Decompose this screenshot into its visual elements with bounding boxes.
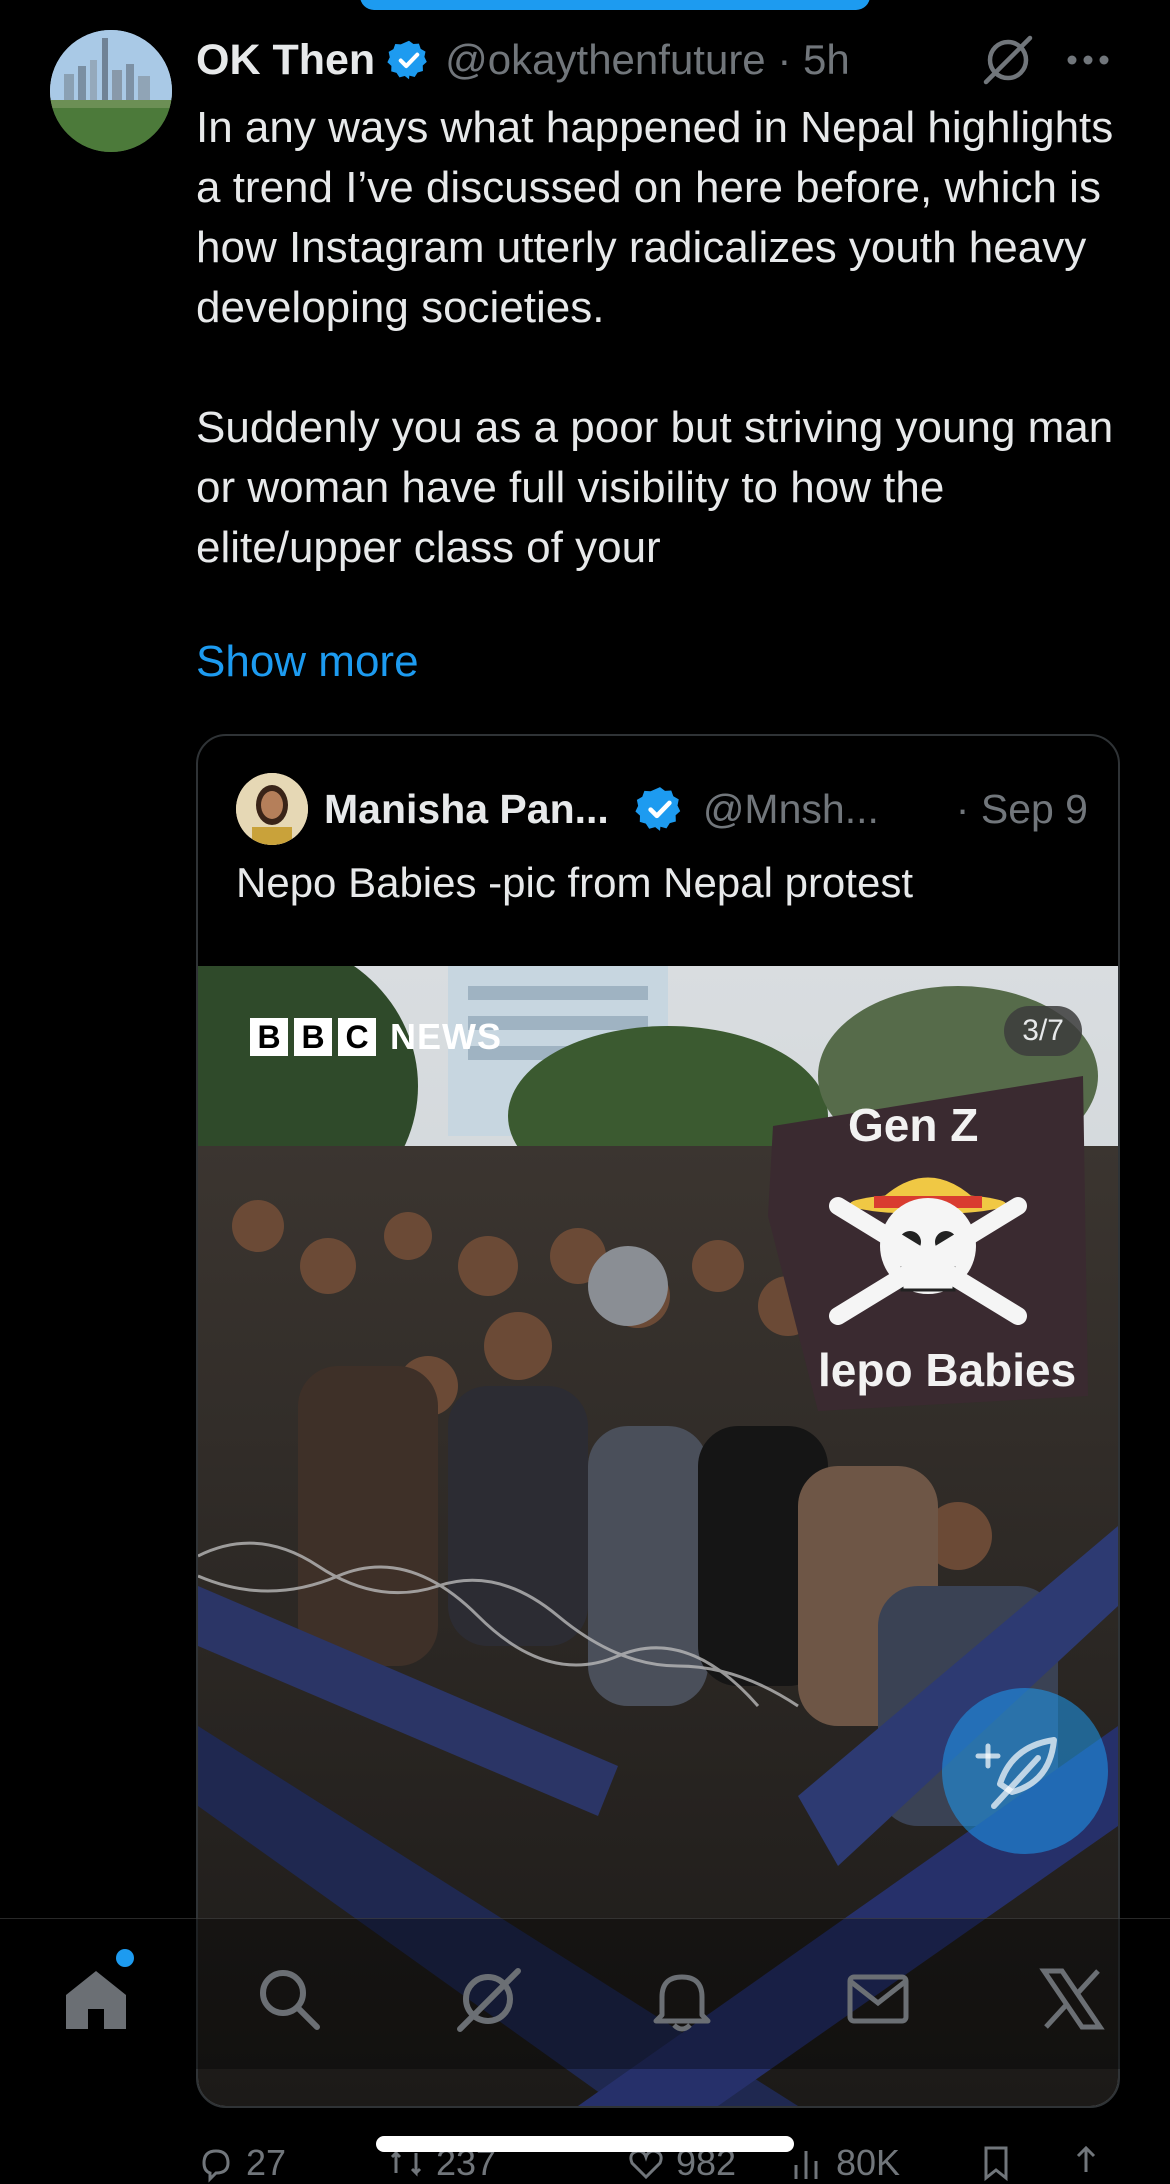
bbc-news-text: NEWS [390,1016,502,1057]
bbc-news-logo: B B C NEWS [250,1016,502,1058]
reply-icon [202,2149,230,2183]
compose-feather-icon [975,1737,1057,1809]
share-button[interactable] [1066,2142,1106,2182]
bbc-letter: B [250,1018,288,1056]
quoted-tweet-text: Nepo Babies -pic from Nepal protest [236,859,913,906]
x-icon[interactable] [1036,1963,1108,2035]
show-more-link[interactable]: Show more [196,637,419,687]
share-icon [1076,2145,1096,2172]
grok-icon[interactable] [452,1963,524,2035]
author-handle-time[interactable]: @okaythenfuture · 5h [445,36,850,84]
quoted-tweet-date[interactable]: · Sep 9 [956,786,1088,833]
home-notification-dot [116,1949,134,1967]
quoted-tweet-header: Manisha Pan... @Mnsh... · Sep 9 [236,773,1088,845]
messages-icon[interactable] [842,1963,914,2035]
quoted-tweet[interactable]: Manisha Pan... @Mnsh... · Sep 9 Nepo Bab… [196,734,1120,2108]
home-icon[interactable] [60,1963,132,2035]
more-options-icon[interactable] [1062,40,1114,80]
quoted-author-name[interactable]: Manisha Pan... [324,786,609,833]
media-counter-badge: 3/7 [1004,1006,1082,1056]
banner-top-text: Gen Z [848,1099,978,1151]
quoted-author-avatar[interactable] [236,773,308,845]
home-indicator [376,2136,794,2152]
status-pill [360,0,870,10]
compose-button[interactable] [942,1688,1108,1854]
bookmark-icon [984,2146,1008,2182]
bottom-navigation [0,1918,1170,2069]
author-avatar[interactable] [50,30,172,152]
search-icon[interactable] [253,1963,325,2035]
bbc-letter: B [294,1018,332,1056]
verified-badge-icon [387,40,427,80]
author-name[interactable]: OK Then [196,36,375,85]
bookmark-button[interactable] [976,2142,1016,2182]
quoted-author-handle[interactable]: @Mnsh... [703,786,879,833]
notifications-icon[interactable] [646,1963,718,2035]
bbc-letter: C [338,1018,376,1056]
tweet-text: In any ways what happened in Nepal highl… [196,103,1114,572]
grok-icon[interactable] [982,34,1034,86]
verified-badge-icon [635,787,681,831]
